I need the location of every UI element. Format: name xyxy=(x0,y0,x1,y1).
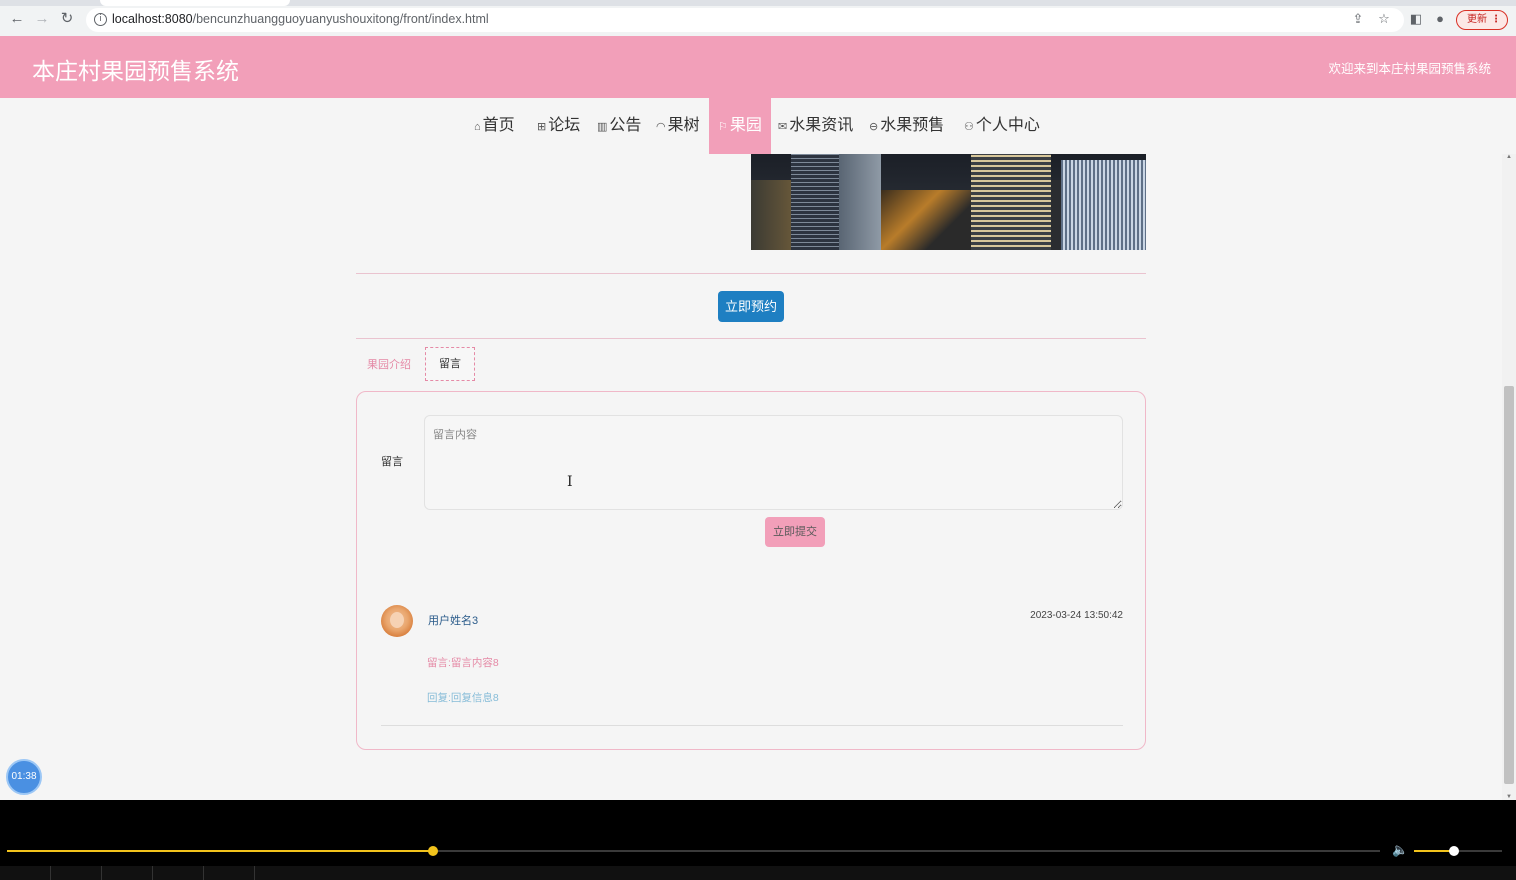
scroll-up-icon[interactable]: ▲ xyxy=(1506,154,1512,160)
nav-label: 公告 xyxy=(609,117,642,134)
page-scrollbar[interactable]: ▲ ▼ xyxy=(1502,154,1516,800)
orchard-image xyxy=(751,154,1146,250)
address-bar[interactable]: i localhost:8080/bencunzhuangguoyuanyush… xyxy=(86,8,1404,32)
reserve-button[interactable]: 立即预约 xyxy=(718,291,784,322)
page-viewport: 本庄村果园预售系统 欢迎来到本庄村果园预售系统 ⌂ 首页 ⊞ 论坛 ▥ 公告 ◠ 果树 … xyxy=(0,36,1516,800)
site-info-icon[interactable]: i xyxy=(94,13,107,26)
nav-label: 首页 xyxy=(482,117,515,134)
url-path: /bencunzhuangguoyuanyushouxitong/front/i… xyxy=(192,12,489,26)
nav-item-forum[interactable]: ⊞ 论坛 xyxy=(537,98,580,154)
volume-level xyxy=(1414,850,1454,852)
notice-icon: ▥ xyxy=(597,121,608,133)
forward-arrow-icon[interactable]: → xyxy=(33,10,51,28)
avatar xyxy=(381,605,413,637)
volume-icon[interactable]: 🔈 xyxy=(1392,842,1408,858)
tab-message[interactable]: 留言 xyxy=(425,347,475,381)
nav-item-orchard[interactable]: ⚐ 果园 xyxy=(709,98,771,154)
nav-label: 论坛 xyxy=(548,117,581,134)
nav-label: 果园 xyxy=(729,117,762,134)
progress-knob[interactable] xyxy=(428,846,438,856)
url-host: localhost:8080 xyxy=(112,12,193,26)
browser-chrome: ← → ↻ i localhost:8080/bencunzhuangguoyu… xyxy=(0,0,1516,36)
menu-dots-icon[interactable]: ⋮ xyxy=(1491,11,1501,29)
message-content: 留言:留言内容8 xyxy=(427,657,499,669)
nav-item-fruit-news[interactable]: ✉ 水果资讯 xyxy=(778,98,853,154)
message-timestamp: 2023-03-24 13:50:42 xyxy=(1030,610,1123,621)
nav-label: 个人中心 xyxy=(975,117,1040,134)
site-title: 本庄村果园预售系统 xyxy=(32,58,239,84)
site-header: 本庄村果园预售系统 欢迎来到本庄村果园预售系统 xyxy=(0,36,1516,98)
bookmark-star-icon[interactable]: ☆ xyxy=(1376,11,1392,27)
update-label: 更新 xyxy=(1467,14,1487,25)
message-reply: 回复:回复信息8 xyxy=(427,692,499,704)
message-field-label: 留言 xyxy=(381,456,403,468)
nav-label: 水果资讯 xyxy=(789,117,854,134)
share-icon[interactable]: ⇪ xyxy=(1350,11,1366,27)
flag-icon: ⚐ xyxy=(718,121,728,133)
nav-item-fruit-presale[interactable]: ⊖ 水果预售 xyxy=(869,98,944,154)
active-tab[interactable] xyxy=(100,0,290,6)
nav-label: 果树 xyxy=(667,117,700,134)
nav-item-notice[interactable]: ▥ 公告 xyxy=(597,98,641,154)
tree-icon: ◠ xyxy=(656,121,666,133)
forum-icon: ⊞ xyxy=(537,121,547,133)
nav-item-user-center[interactable]: ⚇ 个人中心 xyxy=(964,98,1040,154)
url-text[interactable]: localhost:8080/bencunzhuangguoyuanyushou… xyxy=(112,12,489,26)
timer-badge[interactable]: 01:38 xyxy=(6,759,42,795)
tab-strip xyxy=(0,0,1516,6)
message-panel: 留言 I 立即提交 用户姓名3 2023-03-24 13:50:42 留言:留… xyxy=(356,391,1146,750)
video-player-controls: 🔈 xyxy=(0,800,1516,880)
nav-label: 水果预售 xyxy=(880,117,945,134)
player-bottom-bar xyxy=(0,866,1516,880)
welcome-text: 欢迎来到本庄村果园预售系统 xyxy=(1328,62,1491,76)
message-username: 用户姓名3 xyxy=(428,615,479,627)
progress-played xyxy=(7,850,433,852)
sale-icon: ⊖ xyxy=(869,121,879,133)
home-icon: ⌂ xyxy=(474,121,481,133)
user-icon: ⚇ xyxy=(964,121,974,133)
message-textarea[interactable] xyxy=(424,415,1123,510)
message-divider xyxy=(381,725,1123,726)
back-arrow-icon[interactable]: ← xyxy=(8,10,26,28)
main-nav: ⌂ 首页 ⊞ 论坛 ▥ 公告 ◠ 果树 ⚐ 果园 ✉ 水果资讯 ⊖ 水果预售 ⚇ 个人中心 xyxy=(0,98,1516,154)
tab-orchard-intro[interactable]: 果园介绍 xyxy=(367,356,411,372)
submit-button[interactable]: 立即提交 xyxy=(765,517,825,547)
mail-icon: ✉ xyxy=(778,121,788,133)
profile-icon[interactable]: ● xyxy=(1432,11,1448,27)
nav-item-home[interactable]: ⌂ 首页 xyxy=(474,98,515,154)
update-button[interactable]: 更新 ⋮ xyxy=(1456,10,1508,30)
side-panel-icon[interactable]: ◧ xyxy=(1408,11,1424,27)
divider xyxy=(356,273,1146,274)
nav-item-trees[interactable]: ◠ 果树 xyxy=(656,98,700,154)
volume-knob[interactable] xyxy=(1449,846,1459,856)
text-cursor-icon: I xyxy=(567,474,573,490)
reload-icon[interactable]: ↻ xyxy=(58,10,76,28)
scrollbar-thumb[interactable] xyxy=(1504,386,1514,784)
divider xyxy=(356,338,1146,339)
